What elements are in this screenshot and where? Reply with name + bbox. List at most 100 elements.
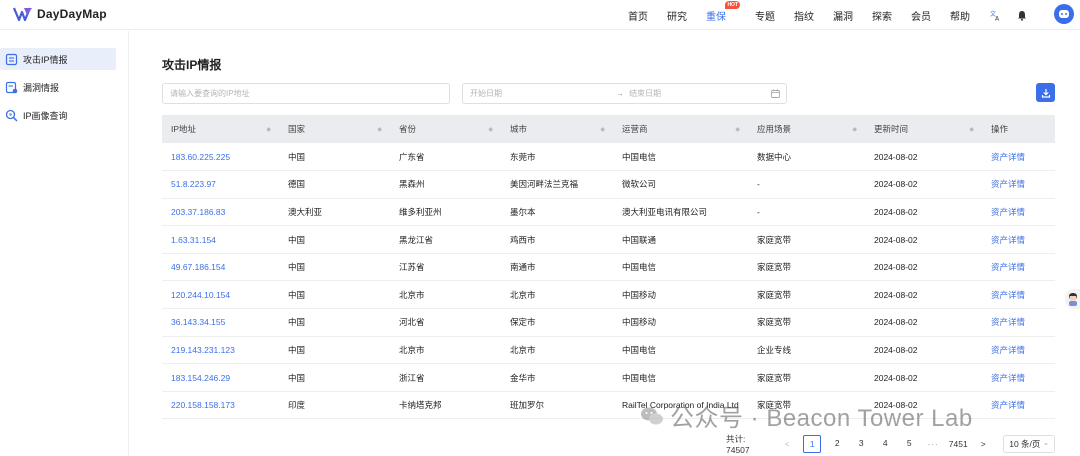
ip-link[interactable]: 120.244.10.154 <box>162 281 279 309</box>
ip-link[interactable]: 183.60.225.225 <box>162 143 279 171</box>
ip-search-icon <box>4 108 18 122</box>
nav-protection-label: 重保 <box>706 11 726 23</box>
sidebar-item-ip-profile[interactable]: IP画像查询 <box>0 104 116 126</box>
nav-home[interactable]: 首页 <box>628 8 648 23</box>
nav-membership[interactable]: 会员 <box>911 8 931 23</box>
sort-icon[interactable]: ◆ <box>600 126 605 133</box>
cell-updated: 2024-08-02 <box>874 151 918 162</box>
sidebar-item-attack-ip-intel[interactable]: 攻击IP情报 <box>0 48 116 70</box>
table-header-updated-column[interactable]: 更新时间 ◆ <box>865 115 982 143</box>
table-header-scene-column[interactable]: 应用场景 ◆ <box>748 115 865 143</box>
cell-province: 维多利亚州 <box>399 206 442 217</box>
table-header-isp-column[interactable]: 运营商 ◆ <box>613 115 748 143</box>
nav-topics[interactable]: 专题 <box>755 8 775 23</box>
cell-isp: 中国电信 <box>622 344 657 355</box>
ip-link[interactable]: 183.154.246.29 <box>162 364 279 392</box>
ip-search-input[interactable] <box>162 83 450 104</box>
cell-isp: 中国电信 <box>622 372 657 383</box>
ip-link[interactable]: 49.67.186.154 <box>162 253 279 281</box>
asset-detail-link[interactable]: 资产详情 <box>982 253 1055 281</box>
cell-scene: 家庭宽带 <box>757 372 792 383</box>
ip-link[interactable]: 220.158.158.173 <box>162 391 279 419</box>
cell-city: 北京市 <box>510 344 536 355</box>
sort-icon[interactable]: ◆ <box>488 126 493 133</box>
download-icon <box>1041 88 1050 98</box>
brand-name: DayDayMap <box>37 7 107 21</box>
page-last[interactable]: 7451 <box>949 436 968 452</box>
page-title: 攻击IP情报 <box>162 58 222 72</box>
nav-help[interactable]: 帮助 <box>950 8 970 23</box>
table-header-province-column[interactable]: 省份 ◆ <box>390 115 501 143</box>
asset-detail-link[interactable]: 资产详情 <box>982 309 1055 337</box>
date-separator: → <box>616 89 624 98</box>
cell-country: 中国 <box>288 262 306 273</box>
brand-logo[interactable]: DayDayMap <box>13 6 107 22</box>
sort-icon[interactable]: ◆ <box>377 126 382 133</box>
ip-link[interactable]: 51.8.223.97 <box>162 171 279 199</box>
sidebar: 攻击IP情报 漏洞情报 IP画像查询 <box>0 31 129 456</box>
user-avatar-icon[interactable] <box>1054 4 1074 24</box>
ip-link[interactable]: 219.143.231.123 <box>162 336 279 364</box>
page-2[interactable]: 2 <box>829 435 845 451</box>
cell-city: 鸡西市 <box>510 234 536 245</box>
nav-protection[interactable]: 重保 HOT <box>706 0 740 23</box>
asset-detail-link[interactable]: 资产详情 <box>982 226 1055 254</box>
table-header-city-column[interactable]: 城市 ◆ <box>501 115 613 143</box>
cell-country: 中国 <box>288 372 306 383</box>
nav-fingerprint[interactable]: 指纹 <box>794 8 814 23</box>
cell-updated: 2024-08-02 <box>874 206 918 217</box>
page-3[interactable]: 3 <box>853 435 869 451</box>
table-header-ip-column[interactable]: IP地址 ◆ <box>162 115 279 143</box>
page-size-select[interactable]: 10 条/页 ⌄ <box>1003 435 1055 453</box>
ip-link[interactable]: 36.143.34.155 <box>162 309 279 337</box>
asset-detail-link[interactable]: 资产详情 <box>982 364 1055 392</box>
sidebar-item-label: IP画像查询 <box>23 110 68 121</box>
asset-detail-link[interactable]: 资产详情 <box>982 143 1055 171</box>
table-header-action-column: 操作 <box>982 115 1055 143</box>
page-1[interactable]: 1 <box>803 435 822 453</box>
page-4[interactable]: 4 <box>877 435 893 451</box>
date-start-field[interactable]: 开始日期 <box>470 88 502 99</box>
sort-icon[interactable]: ◆ <box>735 126 740 133</box>
watermark-text: 公众号 · Beacon Tower Lab <box>670 405 973 432</box>
prev-page-button[interactable]: < <box>779 436 795 452</box>
cell-province: 浙江省 <box>399 372 425 383</box>
sort-icon[interactable]: ◆ <box>852 126 857 133</box>
nav-research[interactable]: 研究 <box>667 8 687 23</box>
asset-detail-link[interactable]: 资产详情 <box>982 281 1055 309</box>
page-5[interactable]: 5 <box>901 435 917 451</box>
brand-logo-icon <box>13 7 32 22</box>
translate-icon[interactable]: 文A <box>990 9 1002 21</box>
assistant-avatar-icon[interactable] <box>1065 289 1080 309</box>
date-range-picker[interactable]: 开始日期 → 结束日期 <box>462 83 787 104</box>
page-ellipsis[interactable]: ··· <box>925 436 941 452</box>
ip-link[interactable]: 203.37.186.83 <box>162 198 279 226</box>
download-button[interactable] <box>1036 83 1055 102</box>
cell-scene: - <box>757 179 760 190</box>
table-row: 120.244.10.154 中国 北京市 北京市 中国移动 家庭宽带 2024-08-02… <box>162 281 1055 309</box>
table-header-row: IP地址 ◆ 国家 ◆ 省份 ◆ 城市 ◆ 运营商 ◆ 应用场景 ◆ 更新时间 ◆ 操作 <box>162 115 1055 143</box>
column-header-label: 国家 <box>288 124 306 134</box>
column-header-label: 运营商 <box>622 124 648 134</box>
page-numbers: 12345 <box>799 435 921 453</box>
sort-icon[interactable]: ◆ <box>969 126 974 133</box>
ip-link[interactable]: 1.63.31.154 <box>162 226 279 254</box>
bell-icon[interactable] <box>1016 9 1028 21</box>
sort-icon[interactable]: ◆ <box>266 126 271 133</box>
sidebar-item-vuln-intel[interactable]: 漏洞情报 <box>0 76 116 98</box>
nav-explore[interactable]: 探索 <box>872 8 892 23</box>
asset-detail-link[interactable]: 资产详情 <box>982 391 1055 419</box>
cell-city: 北京市 <box>510 289 536 300</box>
date-end-field[interactable]: 结束日期 <box>629 88 661 99</box>
asset-detail-link[interactable]: 资产详情 <box>982 171 1055 199</box>
asset-detail-link[interactable]: 资产详情 <box>982 336 1055 364</box>
next-page-button[interactable]: > <box>975 436 991 452</box>
column-header-label: 更新时间 <box>874 124 909 134</box>
asset-detail-link[interactable]: 资产详情 <box>982 198 1055 226</box>
nav-vulnerabilities[interactable]: 漏洞 <box>833 8 853 23</box>
cell-scene: 家庭宽带 <box>757 234 792 245</box>
cell-isp: 中国电信 <box>622 262 657 273</box>
cell-city: 保定市 <box>510 317 536 328</box>
table-header-country-column[interactable]: 国家 ◆ <box>279 115 390 143</box>
cell-country: 澳大利亚 <box>288 206 323 217</box>
